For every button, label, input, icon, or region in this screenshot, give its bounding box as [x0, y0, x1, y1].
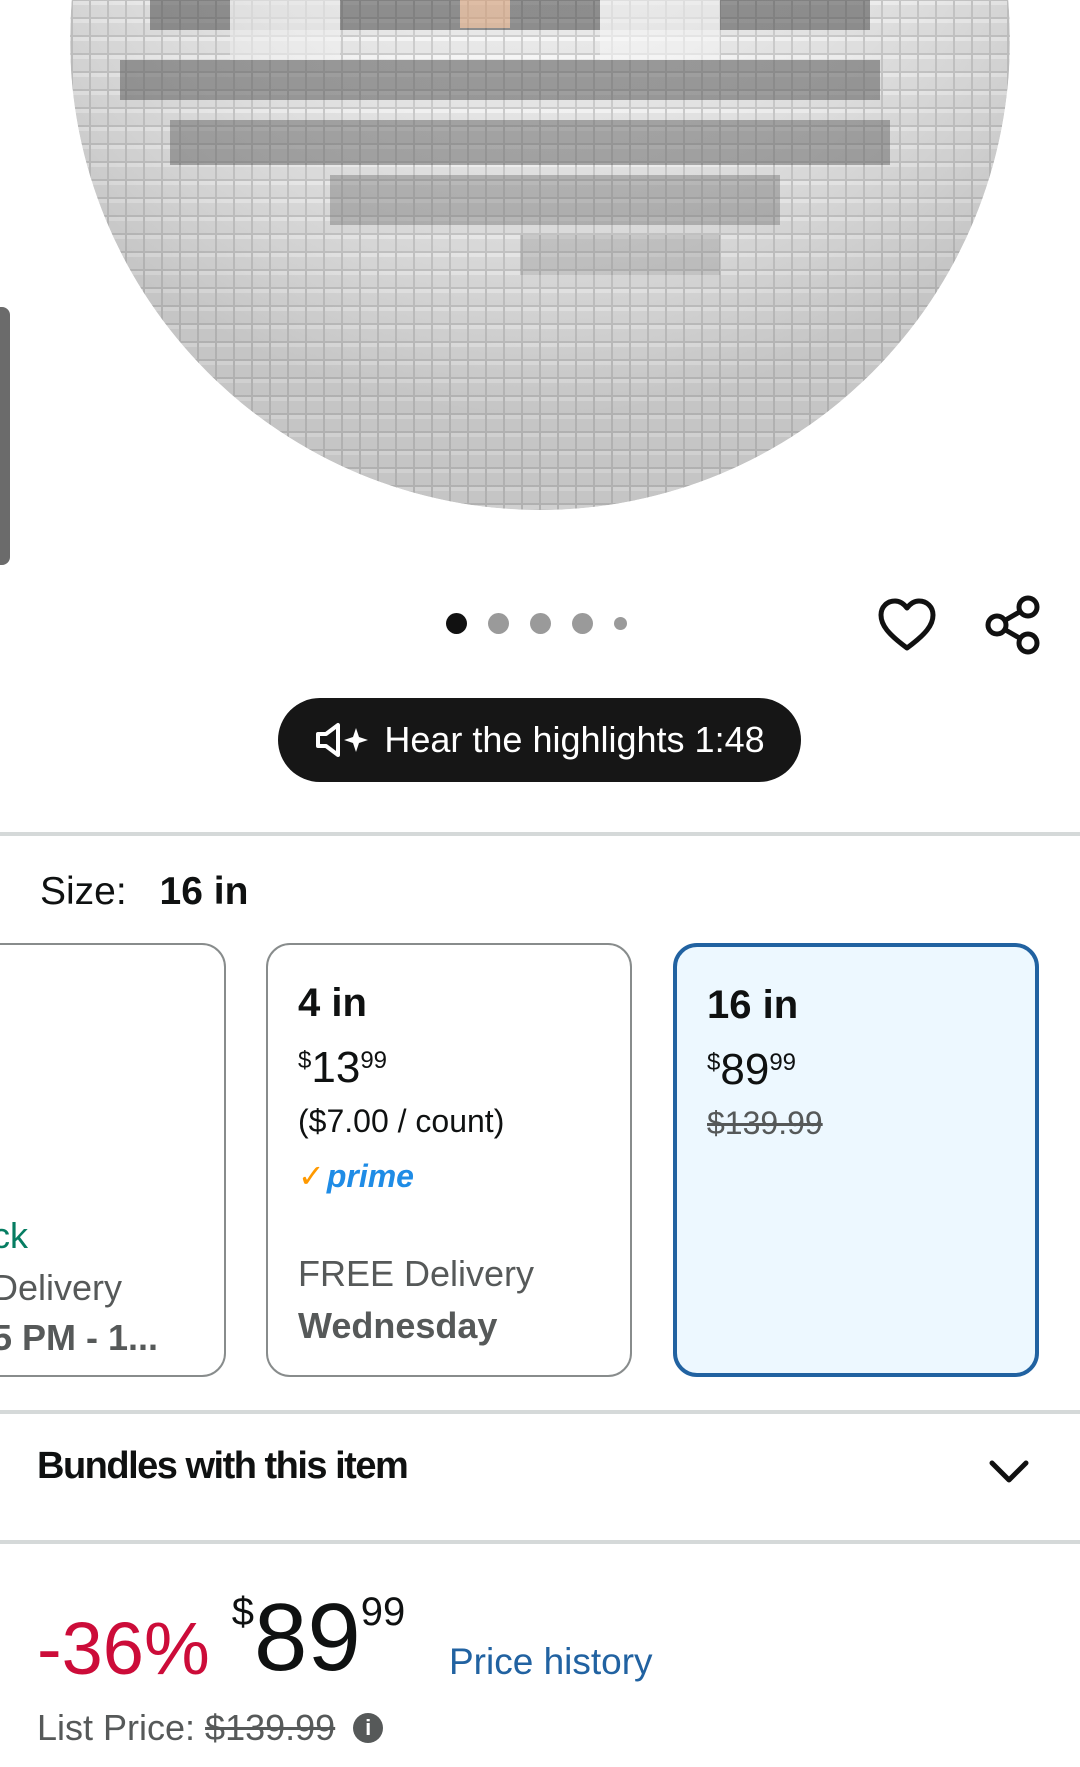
- option-list-price: $139.99: [707, 1105, 823, 1141]
- hear-highlights-label: Hear the highlights 1:48: [384, 719, 765, 760]
- list-price-row: List Price: $139.99 i: [37, 1707, 384, 1749]
- chevron-down-icon[interactable]: [984, 1447, 1034, 1497]
- prime-badge: ✓prime: [298, 1158, 414, 1194]
- unit-price: ($7.00 / count): [298, 1103, 505, 1139]
- list-price-value: $139.99: [205, 1707, 336, 1748]
- carousel-dot[interactable]: [614, 617, 627, 630]
- section-divider: [0, 832, 1080, 836]
- size-option-card-4-in[interactable]: 4 in $1399 ($7.00 / count) ✓prime FREE D…: [266, 943, 632, 1377]
- gallery-side-handle[interactable]: [0, 307, 10, 565]
- option-title: 16 in: [707, 983, 799, 1027]
- section-divider: [0, 1540, 1080, 1544]
- carousel-dot[interactable]: [530, 613, 551, 634]
- speaker-sparkle-icon: [316, 723, 369, 757]
- heart-icon: [878, 598, 936, 651]
- delivery-time: 5 PM - 1...: [0, 1317, 159, 1358]
- delivery-day: Wednesday: [298, 1305, 498, 1346]
- size-option-card-partial[interactable]: ck Delivery 5 PM - 1...: [0, 943, 226, 1377]
- delivery-label: FREE Delivery: [298, 1253, 535, 1294]
- delivery-label: Delivery: [0, 1267, 123, 1308]
- size-option-card-16-in-selected[interactable]: 16 in $8999 $139.99: [673, 943, 1039, 1377]
- add-to-wishlist-button[interactable]: [874, 592, 940, 658]
- image-carousel-dots[interactable]: [446, 613, 627, 634]
- current-price: $89 99: [231, 1584, 406, 1691]
- option-title: 4 in: [298, 981, 367, 1025]
- share-button[interactable]: [980, 592, 1046, 658]
- section-divider: [0, 1410, 1080, 1414]
- size-label: Size:: [40, 870, 127, 913]
- option-price: $1399: [298, 1043, 388, 1092]
- prime-check-icon: ✓: [298, 1158, 325, 1194]
- info-icon[interactable]: i: [353, 1713, 384, 1743]
- size-selector-header: Size: 16 in: [40, 870, 248, 914]
- carousel-dot-active[interactable]: [446, 613, 467, 634]
- disco-ball-image: [70, 0, 1010, 510]
- stock-status: ck: [0, 1215, 28, 1256]
- price-history-link[interactable]: Price history: [449, 1641, 653, 1683]
- share-icon: [985, 595, 1040, 655]
- list-price-label: List Price:: [37, 1707, 196, 1748]
- hear-highlights-button[interactable]: Hear the highlights 1:48: [278, 698, 801, 782]
- carousel-dot[interactable]: [488, 613, 509, 634]
- carousel-dot[interactable]: [572, 613, 593, 634]
- discount-percentage: -36%: [37, 1607, 210, 1690]
- size-selected-value: 16 in: [159, 870, 249, 913]
- price-block: -36% $89 99: [37, 1590, 405, 1686]
- product-image[interactable]: [0, 0, 1080, 580]
- option-price: $8999: [707, 1045, 797, 1094]
- bundles-section-title[interactable]: Bundles with this item: [37, 1445, 409, 1488]
